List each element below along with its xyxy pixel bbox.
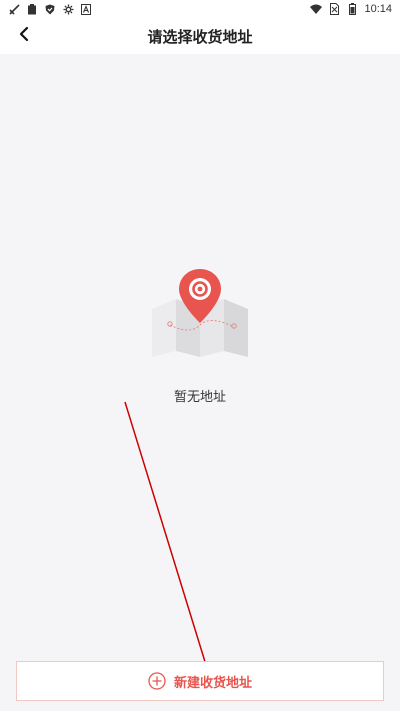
font-icon — [80, 3, 92, 15]
settings-icon — [62, 3, 74, 15]
battery-icon — [346, 3, 358, 15]
chevron-left-icon — [18, 26, 30, 46]
app-header: 请选择收货地址 — [0, 18, 400, 54]
status-left — [8, 3, 92, 15]
plus-circle-icon — [148, 672, 166, 690]
signal-off-icon — [8, 3, 20, 15]
page-title: 请选择收货地址 — [147, 27, 253, 46]
empty-state-text: 暂无地址 — [173, 390, 226, 405]
status-time: 10:14 — [364, 3, 392, 15]
back-button[interactable] — [10, 22, 38, 50]
add-address-button[interactable]: 新建收货地址 — [16, 661, 384, 701]
status-right: 10:14 — [310, 3, 392, 15]
clipboard-icon — [26, 3, 38, 15]
map-pin-illustration — [150, 267, 250, 359]
no-sim-icon — [328, 3, 340, 15]
add-address-label: 新建收货地址 — [173, 675, 252, 691]
wifi-icon — [310, 3, 323, 15]
status-bar: 10:14 — [0, 0, 400, 18]
shield-icon — [44, 3, 56, 15]
